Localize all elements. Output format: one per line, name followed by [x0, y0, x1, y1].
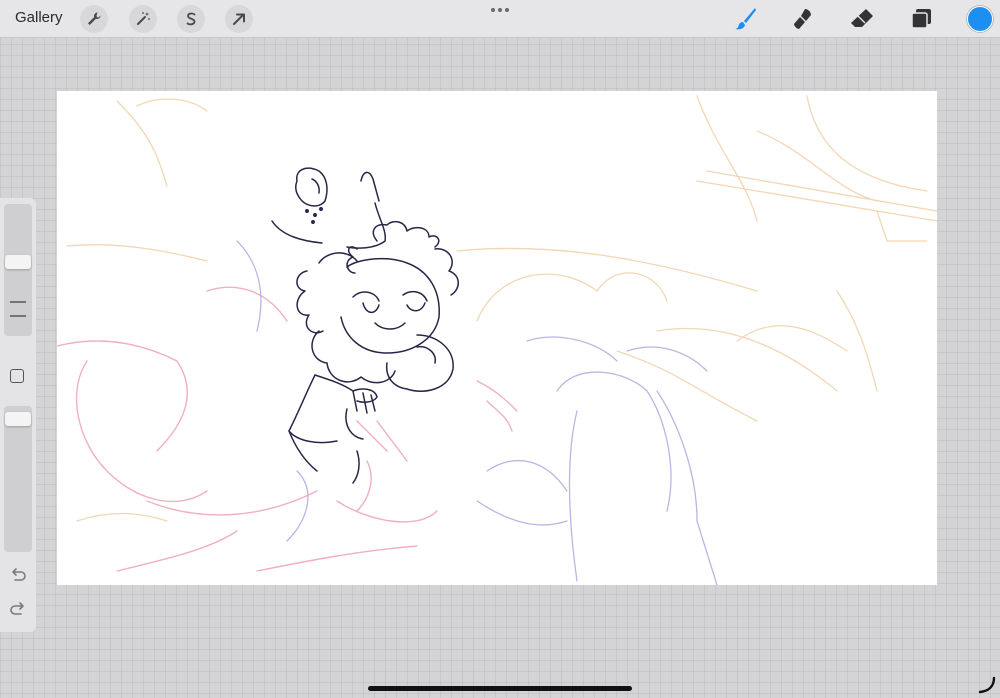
brush-sidebar — [0, 198, 36, 632]
gallery-button[interactable]: Gallery — [15, 9, 63, 26]
layers-icon — [911, 9, 931, 29]
pink-sketch-layer — [57, 286, 518, 572]
transform-button[interactable] — [225, 5, 253, 33]
eraser-icon — [851, 9, 873, 27]
more-options-icon[interactable] — [490, 7, 510, 13]
redo-icon[interactable] — [9, 600, 27, 618]
smudge-tool-button[interactable] — [790, 6, 816, 32]
undo-icon[interactable] — [9, 566, 27, 584]
brush-icon — [735, 8, 756, 30]
smudge-icon — [794, 9, 811, 29]
opacity-handle[interactable] — [5, 412, 31, 426]
color-picker-button[interactable] — [967, 6, 993, 32]
home-indicator[interactable] — [368, 686, 632, 691]
opacity-slider[interactable] — [4, 406, 32, 552]
lavender-sketch-layer — [236, 240, 718, 585]
sketch-artwork — [57, 95, 937, 585]
brush-size-handle[interactable] — [5, 255, 31, 269]
layers-button[interactable] — [908, 6, 934, 32]
modify-square-icon[interactable] — [10, 369, 24, 383]
top-toolbar: Gallery — [0, 0, 1000, 38]
wrench-icon — [88, 12, 101, 25]
background-sketch-layer — [66, 95, 937, 522]
selection-button[interactable] — [177, 5, 205, 33]
adjustments-button[interactable] — [129, 5, 157, 33]
transform-arrow-icon — [233, 13, 245, 25]
actions-button[interactable] — [80, 5, 108, 33]
magic-wand-icon — [137, 12, 150, 25]
selection-s-icon — [186, 12, 196, 26]
lineart-layer — [271, 167, 459, 484]
brush-tool-button[interactable] — [732, 6, 758, 32]
resize-handle-icon — [978, 676, 996, 694]
eraser-tool-button[interactable] — [849, 6, 875, 32]
menu-lines-icon — [10, 301, 26, 317]
drawing-canvas[interactable] — [57, 91, 937, 585]
